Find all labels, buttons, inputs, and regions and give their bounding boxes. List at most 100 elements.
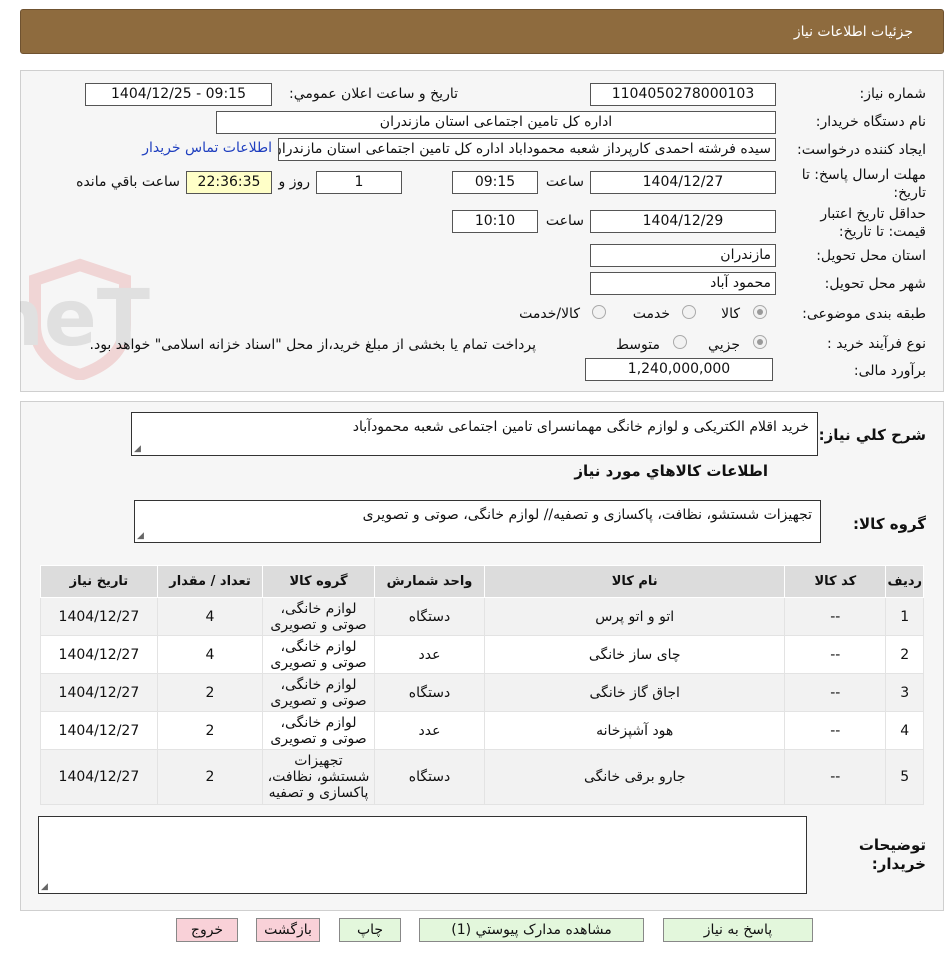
category-radio-goods[interactable] [753, 305, 767, 319]
items-table-header: رديف کد کالا نام کالا واحد شمارش گروه کا… [40, 565, 924, 598]
cell-quantity: 2 [156, 711, 264, 750]
page-header: جزئیات اطلاعات نیاز [20, 9, 944, 54]
cell-row-number: 3 [885, 673, 924, 712]
budget-field: 1,240,000,000 [585, 358, 773, 381]
reply-button[interactable]: پاسخ به نياز [663, 918, 813, 942]
table-row: 4 -- هود آشپزخانه عدد لوازم خانگی، صوتی … [40, 711, 924, 750]
table-row: 1 -- اتو و اتو پرس دستگاه لوازم خانگی، ص… [40, 597, 924, 636]
cell-quantity: 4 [156, 597, 264, 636]
cell-row-number: 2 [885, 635, 924, 674]
cell-goods-group: لوازم خانگی، صوتی و تصویری [262, 635, 375, 674]
cell-goods-group: لوازم خانگی، صوتی و تصویری [262, 673, 375, 712]
announce-label: تاریخ و ساعت اعلان عمومي: [289, 86, 458, 102]
cell-row-number: 1 [885, 597, 924, 636]
col-row-number: رديف [885, 565, 924, 598]
need-number-field: 1104050278000103 [590, 83, 776, 106]
category-option-goods: کالا [721, 306, 740, 322]
buyer-contact-link[interactable]: اطلاعات تماس خريدار [142, 140, 272, 156]
city-label: شهر محل تحویل: [824, 276, 926, 292]
cell-quantity: 4 [156, 635, 264, 674]
col-need-date: تاريخ نياز [40, 565, 158, 598]
category-option-service: خدمت [632, 306, 670, 322]
process-label: نوع فرآیند خرید : [827, 336, 926, 352]
requester-label: ايجاد کننده درخواست: [797, 142, 926, 158]
budget-label: برآورد مالی: [853, 363, 926, 379]
requester-field: سیده فرشته احمدی کارپرداز شعبه محموداباد… [278, 138, 776, 161]
buyer-notes-textarea: ◢ [38, 816, 807, 894]
table-row: 5 -- جارو برقی خانگی دستگاه تجهیزات شستش… [40, 749, 924, 805]
cell-goods-group: تجهیزات شستشو، نظافت، پاکسازی و تصفیه [262, 749, 375, 805]
validity-time-label: ساعت [545, 213, 584, 229]
print-button[interactable]: چاپ [339, 918, 401, 942]
cell-row-number: 5 [885, 749, 924, 805]
announce-field: 1404/12/25 - 09:15 [85, 83, 272, 106]
validity-label: حداقل تاریخ اعتبار قیمت: تا تاریخ: [820, 206, 926, 240]
category-label: طبقه بندی موضوعی: [802, 306, 926, 322]
goods-group-text: تجهیزات شستشو، نظافت، پاکسازی و تصفیه// … [362, 507, 812, 523]
process-radio-minor[interactable] [753, 335, 767, 349]
process-option-minor: جزيي [708, 337, 740, 353]
deadline-label: مهلت ارسال پاسخ: تا تاریخ: [801, 167, 926, 201]
cell-unit: دستگاه [373, 673, 486, 712]
deadline-time-field: 09:15 [452, 171, 538, 194]
col-goods-name: نام کالا [484, 565, 786, 598]
cell-quantity: 2 [156, 749, 264, 805]
cell-goods-code: -- [784, 635, 887, 674]
view-attachments-button[interactable]: مشاهده مدارک پيوستي (1) [419, 918, 644, 942]
cell-need-date: 1404/12/27 [40, 711, 158, 750]
table-row: 2 -- چای ساز خانگی عدد لوازم خانگی، صوتی… [40, 635, 924, 674]
category-radio-service[interactable] [682, 305, 696, 319]
process-note: پرداخت تمام یا بخشی از مبلغ خرید،از محل … [89, 337, 536, 353]
cell-goods-code: -- [784, 711, 887, 750]
process-option-medium: متوسط [616, 337, 660, 353]
cell-goods-group: لوازم خانگی، صوتی و تصویری [262, 711, 375, 750]
category-option-goods-service: کالا/خدمت [519, 306, 580, 322]
col-goods-group: گروه کالا [262, 565, 375, 598]
summary-text: خرید اقلام الکتریکی و لوازم خانگی مهمانس… [352, 419, 809, 435]
goods-group-textarea: تجهیزات شستشو، نظافت، پاکسازی و تصفیه// … [134, 500, 821, 543]
cell-goods-name: اتو و اتو پرس [484, 597, 786, 636]
items-section-title: اطلاعات کالاهاي مورد نياز [574, 462, 768, 480]
cell-unit: عدد [373, 711, 486, 750]
items-table-wrapper: رديف کد کالا نام کالا واحد شمارش گروه کا… [40, 565, 924, 805]
city-field: محمود آباد [590, 272, 776, 295]
cell-need-date: 1404/12/27 [40, 749, 158, 805]
validity-date-field: 1404/12/29 [590, 210, 776, 233]
cell-goods-name: چای ساز خانگی [484, 635, 786, 674]
cell-goods-code: -- [784, 597, 887, 636]
back-button[interactable]: بازگشت [256, 918, 320, 942]
days-field: 1 [316, 171, 402, 194]
remaining-label: ساعت باقي مانده [76, 174, 180, 190]
validity-time-field: 10:10 [452, 210, 538, 233]
cell-unit: عدد [373, 635, 486, 674]
cell-row-number: 4 [885, 711, 924, 750]
cell-unit: دستگاه [373, 597, 486, 636]
deadline-time-label: ساعت [545, 174, 584, 190]
cell-need-date: 1404/12/27 [40, 673, 158, 712]
cell-quantity: 2 [156, 673, 264, 712]
cell-goods-code: -- [784, 749, 887, 805]
cell-unit: دستگاه [373, 749, 486, 805]
buyer-org-label: نام دستگاه خريدار: [815, 114, 926, 130]
page-title: جزئیات اطلاعات نیاز [793, 24, 913, 40]
province-field: مازندران [590, 244, 776, 267]
cell-goods-group: لوازم خانگی، صوتی و تصویری [262, 597, 375, 636]
cell-goods-code: -- [784, 673, 887, 712]
cell-goods-name: هود آشپزخانه [484, 711, 786, 750]
col-unit: واحد شمارش [373, 565, 486, 598]
table-row: 3 -- اجاق گاز خانگی دستگاه لوازم خانگی، … [40, 673, 924, 712]
exit-button[interactable]: خروج [176, 918, 238, 942]
deadline-date-field: 1404/12/27 [590, 171, 776, 194]
buyer-org-field: اداره کل تامین اجتماعی استان مازندران [216, 111, 776, 134]
category-radio-goods-service[interactable] [592, 305, 606, 319]
cell-need-date: 1404/12/27 [40, 635, 158, 674]
summary-textarea: خرید اقلام الکتریکی و لوازم خانگی مهمانس… [131, 412, 818, 456]
buyer-notes-label: توضیحات خریدار: [858, 836, 926, 873]
process-radio-medium[interactable] [673, 335, 687, 349]
cell-need-date: 1404/12/27 [40, 597, 158, 636]
cell-goods-name: اجاق گاز خانگی [484, 673, 786, 712]
province-label: استان محل تحویل: [816, 248, 926, 264]
days-label: روز و [278, 174, 311, 190]
remaining-time-field: 22:36:35 [186, 171, 272, 194]
items-table: رديف کد کالا نام کالا واحد شمارش گروه کا… [40, 565, 924, 805]
